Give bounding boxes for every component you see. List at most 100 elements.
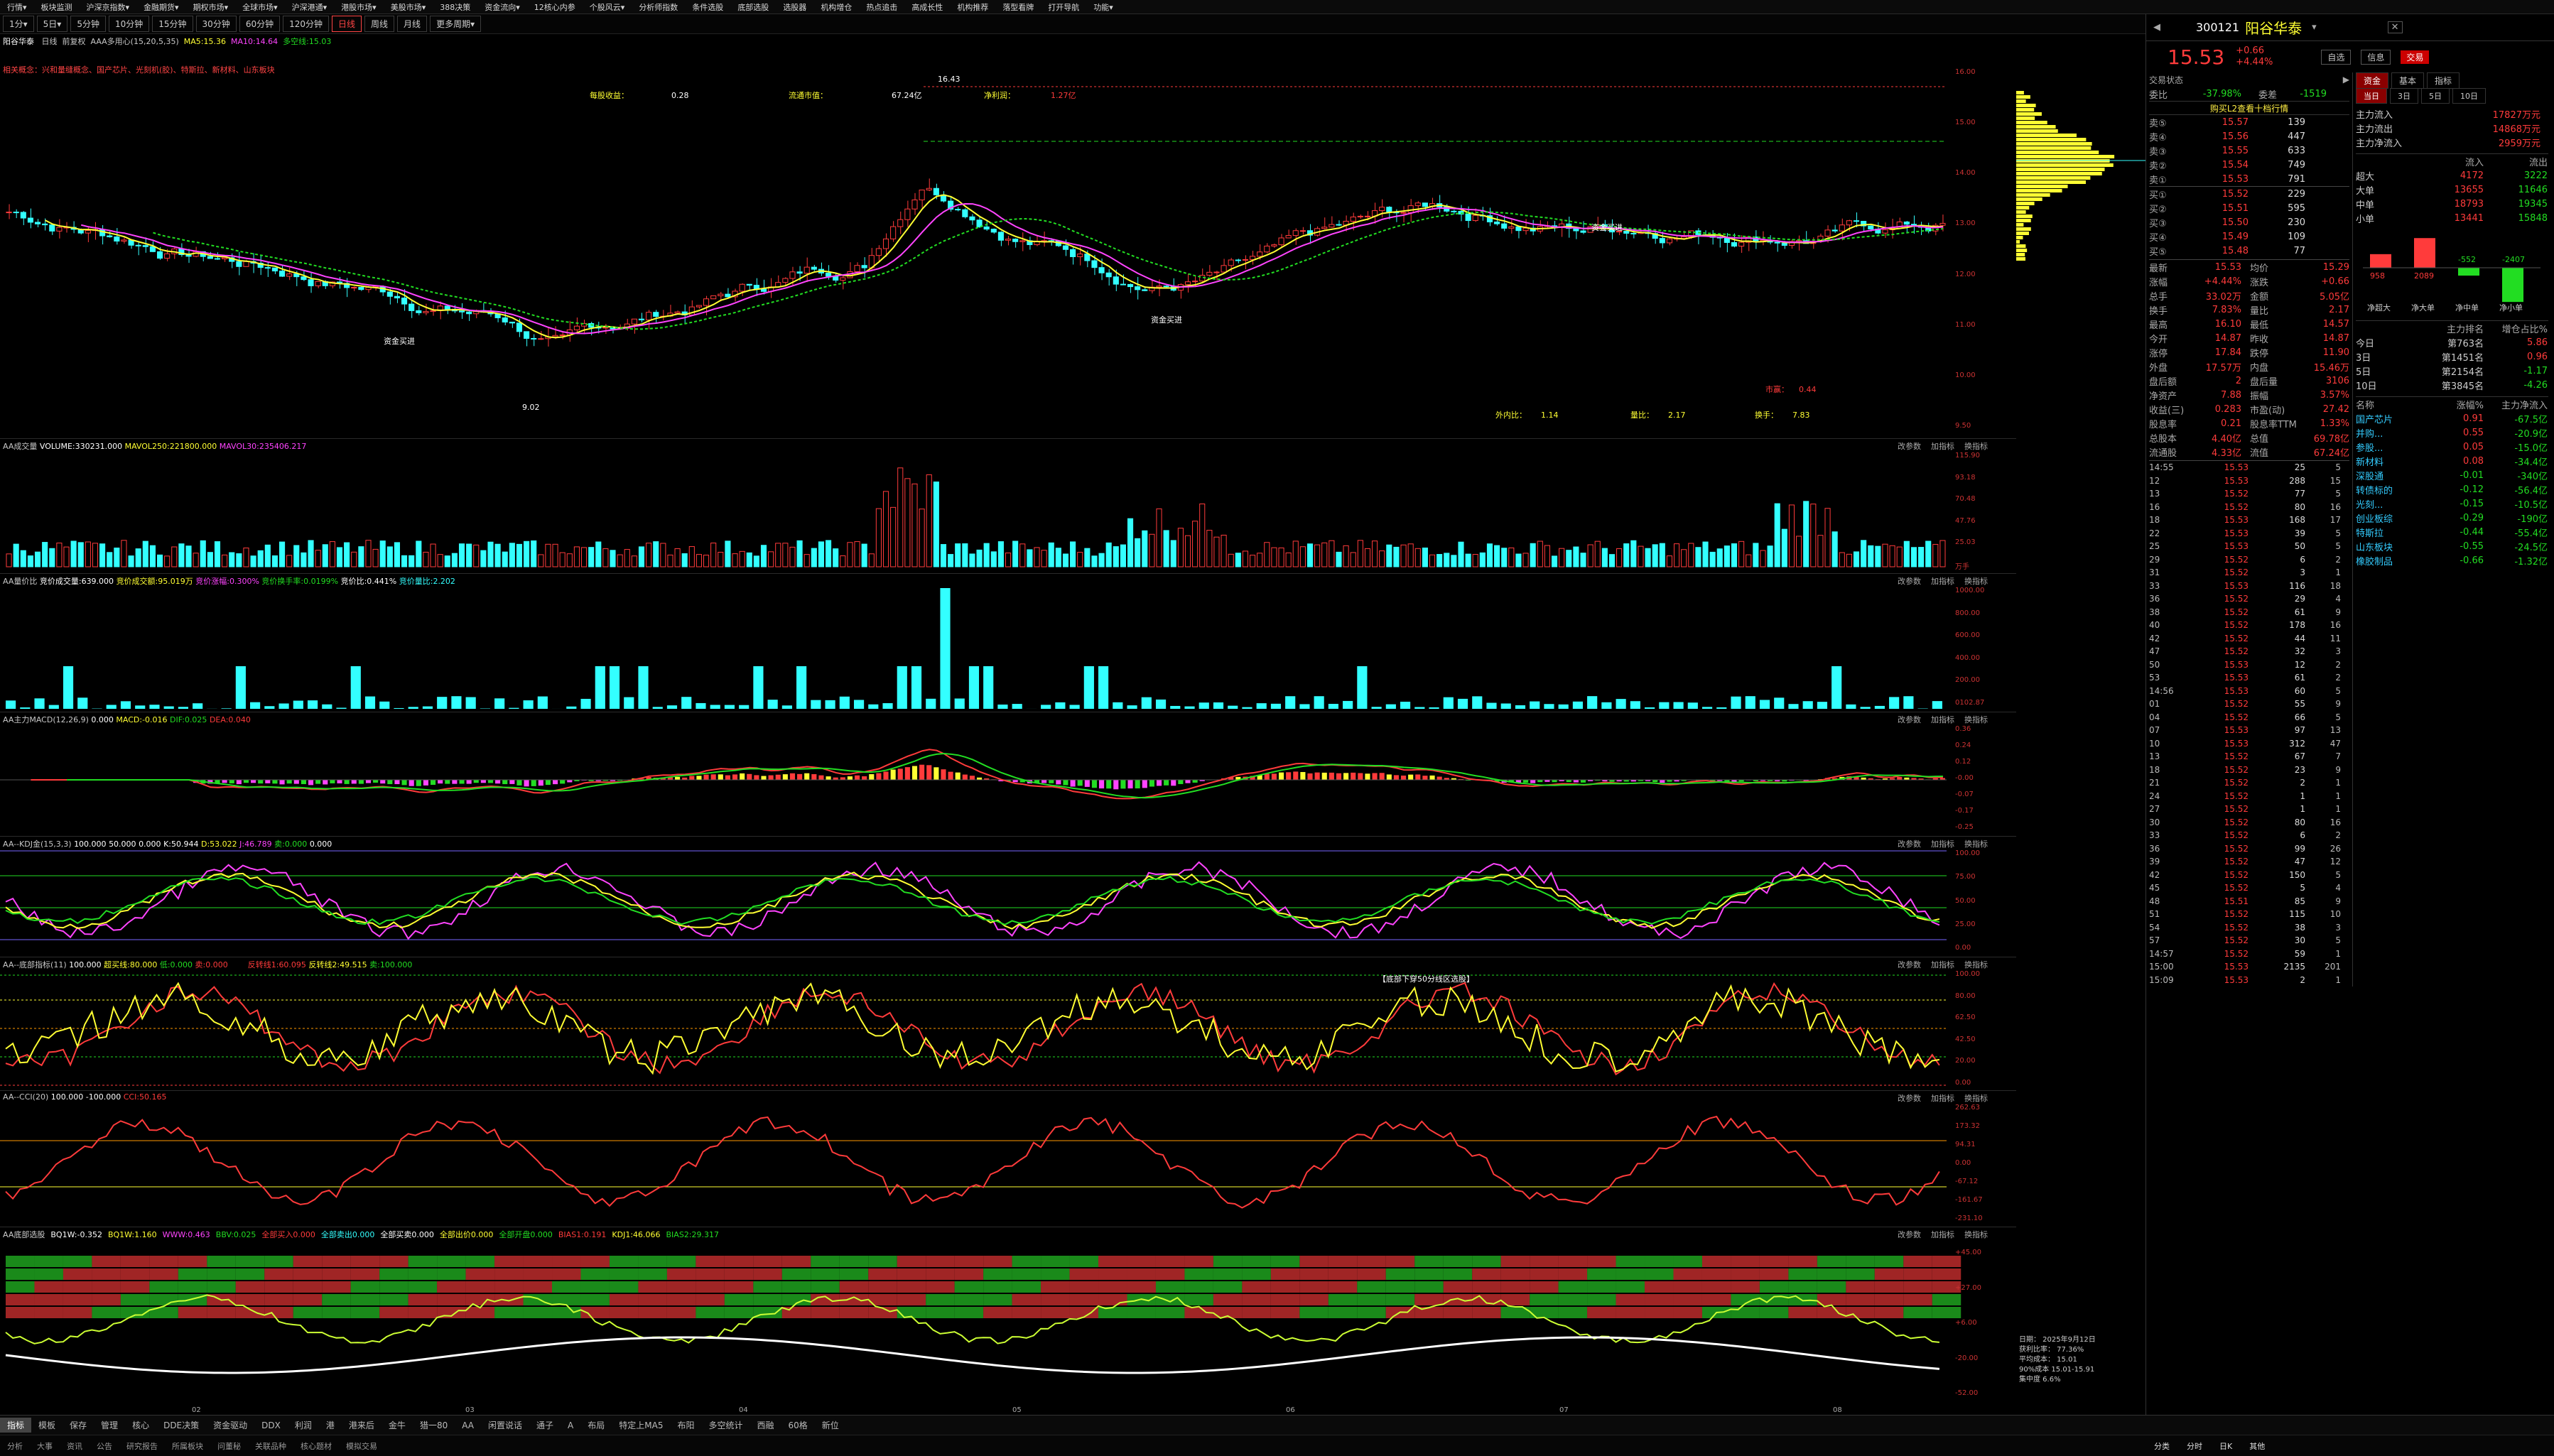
info-tab[interactable]: 关联品种 bbox=[248, 1440, 293, 1452]
indicator-tab[interactable]: A bbox=[561, 1419, 580, 1432]
period-button[interactable]: 5日▾ bbox=[36, 16, 68, 32]
rp-bottom-tab[interactable]: 日K bbox=[2211, 1440, 2241, 1452]
menu-item[interactable]: 沪深港通▾ bbox=[285, 1, 335, 13]
sector-row[interactable]: 国产芯片 0.91 -67.5亿 bbox=[2356, 411, 2548, 425]
period-button[interactable]: 日线 bbox=[332, 16, 362, 32]
indicator-tab[interactable]: 资金驱动 bbox=[206, 1418, 254, 1433]
indicator-tab[interactable]: 保存 bbox=[63, 1418, 94, 1433]
menu-item[interactable]: 全球市场▾ bbox=[235, 1, 285, 13]
sector-row[interactable]: 转债标的 -0.12 -56.4亿 bbox=[2356, 482, 2548, 496]
indicator-tab[interactable]: 港 bbox=[319, 1418, 342, 1433]
menu-item[interactable]: 沪深京指数▾ bbox=[80, 1, 137, 13]
menu-item[interactable]: 分析师指数 bbox=[632, 1, 685, 13]
candlestick-panel[interactable]: 阳谷华泰 日线 前复权 AAA多用心(15,20,5,35) MA5:15.36… bbox=[0, 34, 2016, 439]
indicator-tab[interactable]: DDE决策 bbox=[156, 1418, 206, 1433]
indicator-tab[interactable]: 布阳 bbox=[670, 1418, 701, 1433]
info-button[interactable]: 信息 bbox=[2361, 49, 2391, 65]
indicator-tab[interactable]: DDX bbox=[254, 1419, 288, 1432]
menu-item[interactable]: 金融期货▾ bbox=[136, 1, 186, 13]
period-button[interactable]: 5分钟 bbox=[70, 16, 106, 32]
bottom-selection-panel[interactable]: AA底部选股 BQ1W:-0.352 BQ1W:1.160 WWW:0.463 BBV:… bbox=[0, 1227, 2116, 1415]
menu-item[interactable]: 行情▾ bbox=[0, 1, 34, 13]
menu-item[interactable]: 资金流向▾ bbox=[477, 1, 527, 13]
menu-item[interactable]: 落型看牌 bbox=[995, 1, 1041, 13]
cci-panel[interactable]: AA--CCI(20) 100.000 -100.000 CCI:50.165 … bbox=[0, 1091, 2016, 1227]
period-tabs[interactable]: 当日 3日 5日 10日 bbox=[2356, 88, 2548, 104]
menu-item[interactable]: 打开导航 bbox=[1041, 1, 1086, 13]
period-button[interactable]: 周线 bbox=[364, 16, 395, 32]
menu-item[interactable]: 个股风云▾ bbox=[583, 1, 632, 13]
menu-item[interactable]: 板块监测 bbox=[34, 1, 80, 13]
sector-row[interactable]: 参股... 0.05 -15.0亿 bbox=[2356, 440, 2548, 454]
sector-row[interactable]: 并购... 0.55 -20.9亿 bbox=[2356, 425, 2548, 440]
info-tab[interactable]: 模拟交易 bbox=[339, 1440, 384, 1452]
sector-row[interactable]: 光刻... -0.15 -10.5亿 bbox=[2356, 496, 2548, 511]
volume-panel[interactable]: AA成交量 VOLUME:330231.000 MAVOL250:221800.… bbox=[0, 439, 2016, 574]
info-tab[interactable]: 所属板块 bbox=[165, 1440, 210, 1452]
sector-row[interactable]: 创业板综 -0.29 -190亿 bbox=[2356, 511, 2548, 525]
menu-item[interactable]: 选股器 bbox=[776, 1, 813, 13]
menu-item[interactable]: 功能▾ bbox=[1086, 1, 1120, 13]
info-tab[interactable]: 大事 bbox=[30, 1440, 60, 1452]
menu-item[interactable]: 港股市场▾ bbox=[334, 1, 384, 13]
indicator-tab[interactable]: 新位 bbox=[815, 1418, 846, 1433]
info-tab[interactable]: 核心题材 bbox=[293, 1440, 339, 1452]
period-button[interactable]: 30分钟 bbox=[195, 16, 237, 32]
period-button[interactable]: 120分钟 bbox=[283, 16, 330, 32]
macd-panel[interactable]: AA主力MACD(12,26,9) 0.000 MACD:-0.016 DIF:… bbox=[0, 712, 2016, 837]
sector-row[interactable]: 深股通 -0.01 -340亿 bbox=[2356, 468, 2548, 482]
indicator-tab[interactable]: 特定上MA5 bbox=[612, 1418, 670, 1433]
indicator-tab[interactable]: 指标 bbox=[0, 1418, 32, 1433]
fund-tab[interactable]: 资金 bbox=[2356, 72, 2389, 89]
indicator-tab[interactable]: 利润 bbox=[288, 1418, 319, 1433]
menu-item[interactable]: 388决策 bbox=[433, 1, 477, 13]
indicator-tab[interactable]: 金牛 bbox=[382, 1418, 413, 1433]
chevron-left-icon[interactable]: ◀ bbox=[2153, 22, 2160, 33]
close-icon[interactable]: ✕ bbox=[2387, 21, 2403, 33]
rp-bottom-tab[interactable]: 其他 bbox=[2241, 1440, 2273, 1452]
rp-bottom-tab[interactable]: 分类 bbox=[2146, 1440, 2178, 1452]
indicator-tab[interactable]: 多空统计 bbox=[701, 1418, 750, 1433]
rp-bottom-tab[interactable]: 分时 bbox=[2178, 1440, 2211, 1452]
fund-tabs[interactable]: 资金 基本 指标 bbox=[2356, 72, 2548, 89]
trade-button[interactable]: 交易 bbox=[2401, 50, 2430, 64]
period-button[interactable]: 15分钟 bbox=[152, 16, 193, 32]
menu-item[interactable]: 机构推荐 bbox=[950, 1, 995, 13]
sector-row[interactable]: 橡胶制品 -0.66 -1.32亿 bbox=[2356, 553, 2548, 567]
indicator-tab[interactable]: 闲置说话 bbox=[481, 1418, 529, 1433]
fund-tab[interactable]: 指标 bbox=[2427, 72, 2460, 89]
chevron-down-icon[interactable]: ▾ bbox=[2312, 22, 2317, 33]
indicator-tab[interactable]: 港来后 bbox=[342, 1418, 382, 1433]
info-tab[interactable]: 公告 bbox=[90, 1440, 119, 1452]
kdj-panel[interactable]: AA--KDJ金(15,3,3) 100.000 50.000 0.000 K:… bbox=[0, 837, 2016, 957]
info-tab[interactable]: 资讯 bbox=[60, 1440, 90, 1452]
period-button[interactable]: 更多周期▾ bbox=[430, 16, 482, 32]
menu-item[interactable]: 高成长性 bbox=[904, 1, 950, 13]
menu-item[interactable]: 条件选股 bbox=[685, 1, 730, 13]
indicator-tab[interactable]: 布局 bbox=[580, 1418, 612, 1433]
period-button[interactable]: 10分钟 bbox=[108, 16, 150, 32]
indicator-tab[interactable]: AA bbox=[455, 1419, 481, 1432]
l2-promo-link[interactable]: 购买L2查看十档行情 bbox=[2149, 101, 2349, 115]
indicator-tab[interactable]: 猎一80 bbox=[413, 1418, 455, 1433]
menu-item[interactable]: 底部选股 bbox=[730, 1, 776, 13]
bottom-indicator-panel[interactable]: AA--底部指标(11) 100.000 超买线:80.000 低:0.000 … bbox=[0, 957, 2016, 1091]
candlestick-chart[interactable]: 资金买进资金买进资金买进9.0216.43 bbox=[0, 34, 2016, 439]
sector-row[interactable]: 特斯拉 -0.44 -55.4亿 bbox=[2356, 525, 2548, 539]
period-button[interactable]: 60分钟 bbox=[239, 16, 281, 32]
info-tab[interactable]: 分析 bbox=[0, 1440, 30, 1452]
indicator-tab[interactable]: 60格 bbox=[781, 1418, 815, 1433]
info-tab[interactable]: 研究报告 bbox=[119, 1440, 165, 1452]
menu-item[interactable]: 热点追击 bbox=[859, 1, 904, 13]
period-button[interactable]: 月线 bbox=[397, 16, 428, 32]
menu-item[interactable]: 美股市场▾ bbox=[384, 1, 433, 13]
watchlist-select[interactable]: 自选 bbox=[2321, 49, 2352, 65]
menu-item[interactable]: 机构增仓 bbox=[813, 1, 859, 13]
indicator-tab[interactable]: 西融 bbox=[750, 1418, 781, 1433]
fund-tab[interactable]: 基本 bbox=[2391, 72, 2425, 89]
sector-row[interactable]: 山东板块 -0.55 -24.5亿 bbox=[2356, 539, 2548, 553]
indicator-tab[interactable]: 核心 bbox=[125, 1418, 156, 1433]
info-tab[interactable]: 问董秘 bbox=[210, 1440, 248, 1452]
auction-volume-panel[interactable]: AA量价比 竞价成交量:639.000 竞价成交额:95.019万 竞价涨幅:0… bbox=[0, 574, 2016, 712]
indicator-tab[interactable]: 模板 bbox=[31, 1418, 63, 1433]
